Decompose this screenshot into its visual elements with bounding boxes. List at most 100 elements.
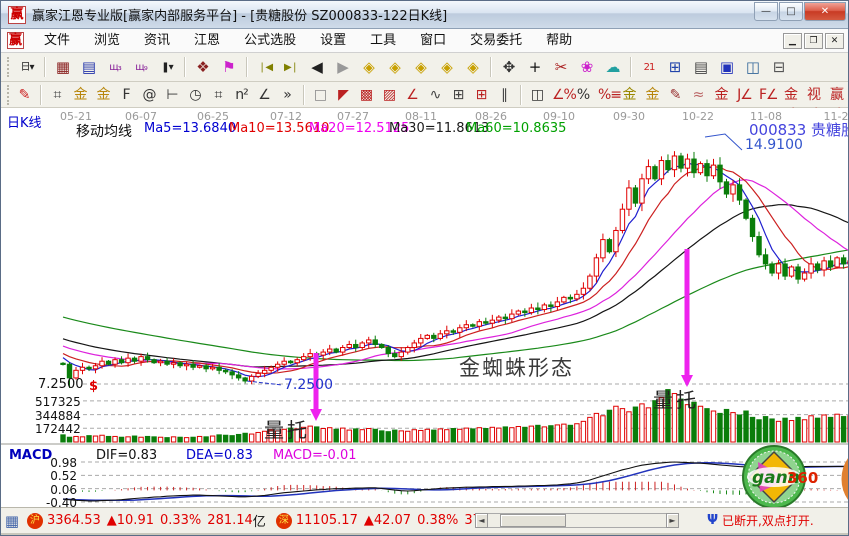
grid-lines-icon[interactable]: ⌗ [47, 85, 68, 105]
svg-text:360: 360 [787, 469, 818, 487]
grid-box-icon[interactable]: ⊞ [448, 85, 469, 105]
j-angle-icon[interactable]: J∠ [734, 85, 755, 105]
chart-area[interactable]: gann360 日K线 05-2106-0706-2507-1207-2708-… [1, 108, 849, 507]
peak-price-annotation: 14.9100 [745, 137, 803, 153]
connection-status-text[interactable]: 已断开,双点打开. [722, 512, 814, 529]
menu-设置[interactable]: 设置 [308, 29, 358, 52]
gann-shift-left-icon[interactable]: ◈ [357, 56, 381, 78]
period-9-icon[interactable]: щ₉ [129, 56, 153, 78]
network-icon[interactable]: ◫ [741, 56, 765, 78]
save-icon[interactable]: ▣ [715, 56, 739, 78]
scrollbar-track[interactable] [488, 513, 666, 528]
print-icon[interactable]: ⊟ [767, 56, 791, 78]
angle-ruler-icon[interactable]: ∠ [254, 85, 275, 105]
ruler-icon[interactable]: ⊢ [162, 85, 183, 105]
pencil-tool-icon[interactable]: ✎ [14, 85, 35, 105]
gann-reset-icon[interactable]: ◈ [461, 56, 485, 78]
gold-angle-icon[interactable]: 金∠ [780, 85, 801, 105]
menu-窗口[interactable]: 窗口 [408, 29, 458, 52]
mdi-minimize-button[interactable]: ▁ [783, 33, 802, 49]
sz-index-value: 11105.17 [296, 513, 358, 528]
scale-ruler-icon[interactable]: ◫ [527, 85, 548, 105]
calendar-icon[interactable]: 21 [637, 56, 661, 78]
first-bar-icon[interactable]: ❘◀ [253, 56, 277, 78]
pattern-flag-icon[interactable]: ⚑ [217, 56, 241, 78]
gold-grid-icon[interactable]: 金 [70, 85, 91, 105]
menu-浏览[interactable]: 浏览 [82, 29, 132, 52]
scrollbar-thumb[interactable] [500, 514, 566, 527]
toolbar-grip[interactable] [7, 85, 9, 105]
percent-angle-icon[interactable]: ∠% [550, 85, 571, 105]
quote-table-icon[interactable]: ▦ [4, 513, 20, 529]
gann-wheel-icon[interactable]: ❖ [191, 56, 215, 78]
mdi-restore-button[interactable]: ❐ [804, 33, 823, 49]
gold-circle-icon[interactable]: 金 [619, 85, 640, 105]
next-bar-icon[interactable]: ▶ [331, 56, 355, 78]
notes-icon[interactable]: ▤ [689, 56, 713, 78]
horizontal-scrollbar[interactable]: ◄ ► [475, 513, 679, 528]
macd-dif-value: DIF=0.83 [96, 448, 157, 463]
shi-angle-icon[interactable]: 视∠ [803, 85, 824, 105]
mdi-child-icon: 赢 [7, 32, 24, 49]
menu-工具[interactable]: 工具 [358, 29, 408, 52]
pan-hand-icon[interactable]: ✥ [497, 56, 521, 78]
close-button[interactable]: ✕ [804, 2, 846, 21]
kline-period-dropdown[interactable]: 日▾ [15, 56, 39, 78]
gann-shift-right-icon[interactable]: ◈ [383, 56, 407, 78]
ink-pen-icon[interactable]: ✎ [665, 85, 686, 105]
toolbar-grip[interactable] [7, 57, 10, 77]
gann-expand-icon[interactable]: ◈ [409, 56, 433, 78]
f-angle-icon[interactable]: F∠ [757, 85, 778, 105]
grid-box-red-icon[interactable]: ⊞ [471, 85, 492, 105]
menu-交易委托[interactable]: 交易委托 [458, 29, 534, 52]
wave-tool-icon[interactable]: ≈ [688, 85, 709, 105]
last-bar-icon[interactable]: ▶❘ [279, 56, 303, 78]
hatch-box-icon[interactable]: ▩ [356, 85, 377, 105]
calculator-icon[interactable]: ⊞ [663, 56, 687, 78]
ying-angle-icon[interactable]: 赢∠ [826, 85, 847, 105]
cycle-clock-icon[interactable]: ◷ [185, 85, 206, 105]
fibo-grid-icon[interactable]: F [116, 85, 137, 105]
spiral-icon[interactable]: @ [139, 85, 160, 105]
menu-帮助[interactable]: 帮助 [534, 29, 584, 52]
gold-grid2-icon[interactable]: 金 [93, 85, 114, 105]
maximize-button[interactable]: □ [779, 2, 803, 21]
zigzag-icon[interactable]: ∿ [425, 85, 446, 105]
menu-文件[interactable]: 文件 [32, 29, 82, 52]
tag-tool-icon[interactable]: ✂ [549, 56, 573, 78]
menu-公式选股[interactable]: 公式选股 [232, 29, 308, 52]
parallel-lines-icon[interactable]: ∥ [494, 85, 515, 105]
toolbar-separator [520, 85, 522, 105]
percent-lines-icon[interactable]: %≡ [596, 85, 617, 105]
prev-bar-icon[interactable]: ◀ [305, 56, 329, 78]
scroll-left-arrow[interactable]: ◄ [475, 513, 488, 528]
mdi-close-button[interactable]: ✕ [825, 33, 844, 49]
candle-style-dropdown[interactable]: ❚▾ [155, 56, 179, 78]
info-clipboard-icon[interactable]: ▤ [77, 56, 101, 78]
overlay-window-icon[interactable]: ▦ [51, 56, 75, 78]
menu-资讯[interactable]: 资讯 [132, 29, 182, 52]
more-tools-chevron[interactable]: » [277, 85, 298, 105]
crosshair-icon[interactable]: + [523, 56, 547, 78]
period-3-icon[interactable]: щ₃ [103, 56, 127, 78]
percent-icon[interactable]: % [573, 85, 594, 105]
toolbar-separator [40, 85, 42, 105]
gold-lines-icon[interactable]: 金 [642, 85, 663, 105]
grid-dense-icon[interactable]: ⌗ [208, 85, 229, 105]
menu-江恩[interactable]: 江恩 [182, 29, 232, 52]
flower-tool-icon[interactable]: ❀ [575, 56, 599, 78]
gann-shrink-icon[interactable]: ◈ [435, 56, 459, 78]
trend-angle-icon[interactable]: ∠ [402, 85, 423, 105]
scroll-right-arrow[interactable]: ► [666, 513, 679, 528]
box-tool-icon[interactable]: □ [310, 85, 331, 105]
liangtuo-annotation-1: 量托 [264, 414, 310, 443]
fan-tool-icon[interactable]: ◤ [333, 85, 354, 105]
n-square-icon[interactable]: n² [231, 85, 252, 105]
cloud-tool-icon[interactable]: ☁ [601, 56, 625, 78]
net-box-icon[interactable]: ▨ [379, 85, 400, 105]
ma60-legend: Ma60=10.8635 [466, 121, 566, 136]
gold-wave-icon[interactable]: 金 [711, 85, 732, 105]
title-bar[interactable]: 赢 赢家江恩专业版[赢家内部服务平台] - [贵糖股份 SZ000833-122… [1, 1, 849, 29]
connection-antenna-icon[interactable]: Ψ [707, 513, 718, 528]
minimize-button[interactable]: — [754, 2, 778, 21]
